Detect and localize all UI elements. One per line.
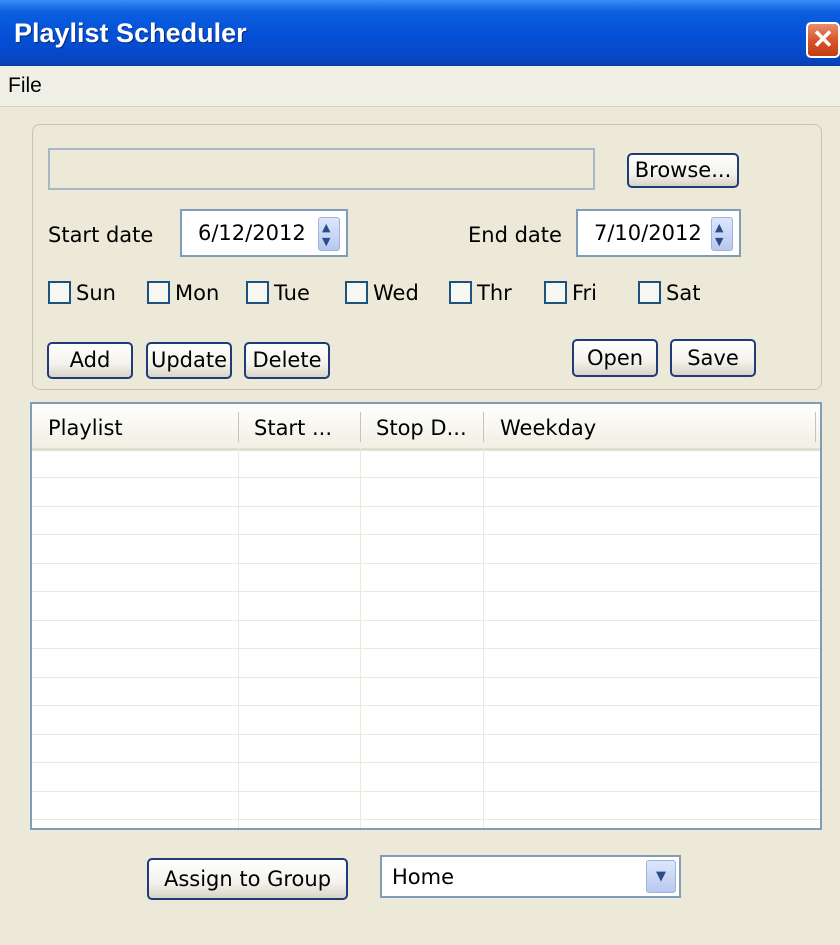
start-date-value: 6/12/2012 [198,221,306,245]
weekday-checkbox[interactable] [345,281,368,304]
table-row [32,619,820,621]
table-row [32,790,820,792]
save-button[interactable]: Save [670,339,756,377]
column-divider[interactable] [238,412,239,442]
weekday-label: Thr [477,281,512,305]
start-date-label: Start date [48,223,154,247]
window-title: Playlist Scheduler [14,18,247,48]
close-button[interactable]: ✕ [806,22,840,58]
table-row [32,648,820,649]
table-row [32,591,820,592]
weekday-label: Wed [373,281,419,305]
weekday-label: Tue [274,281,310,305]
table-row [32,705,820,706]
table-row [32,733,820,735]
table-row [32,534,820,535]
file-path-field[interactable] [48,148,595,190]
column-divider[interactable] [483,412,484,442]
menu-bar: File [0,66,840,107]
open-button[interactable]: Open [572,339,658,377]
end-date-spinner[interactable]: ▲ ▼ [711,217,733,251]
browse-button[interactable]: Browse... [627,153,739,188]
add-button[interactable]: Add [47,342,133,379]
column-header-start[interactable]: Start ... [254,416,332,440]
group-select-value: Home [392,865,455,889]
spin-up-icon[interactable]: ▲ [715,222,723,233]
weekday-checkbox[interactable] [449,281,472,304]
table-row [32,505,820,507]
end-date-value: 7/10/2012 [594,221,702,245]
column-divider[interactable] [360,412,361,442]
column-header-weekday[interactable]: Weekday [500,416,596,440]
schedule-table[interactable]: Playlist Start ... Stop D... Weekday [30,402,822,830]
delete-button[interactable]: Delete [244,342,330,379]
table-row [32,676,820,678]
spin-down-icon[interactable]: ▼ [322,236,330,247]
table-header: Playlist Start ... Stop D... Weekday [32,404,820,451]
weekday-checkbox[interactable] [246,281,269,304]
update-button[interactable]: Update [146,342,232,379]
table-row [32,562,820,564]
start-date-spinner[interactable]: ▲ ▼ [318,217,340,251]
chevron-down-icon[interactable]: ▼ [646,860,676,893]
playlist-scheduler-window: Playlist Scheduler ✕ File Browse... Star… [0,0,840,945]
menu-file[interactable]: File [8,74,42,98]
end-date-picker[interactable]: 7/10/2012 ▲ ▼ [576,209,741,257]
title-bar[interactable]: Playlist Scheduler ✕ [0,0,840,66]
spin-up-icon[interactable]: ▲ [322,222,330,233]
start-date-picker[interactable]: 6/12/2012 ▲ ▼ [180,209,348,257]
close-icon: ✕ [812,24,834,54]
column-divider[interactable] [815,412,816,442]
weekday-label: Mon [175,281,220,305]
table-row [32,819,820,820]
weekday-checkbox[interactable] [147,281,170,304]
weekday-checkbox[interactable] [544,281,567,304]
assign-to-group-button[interactable]: Assign to Group [147,858,348,900]
end-date-label: End date [468,223,562,247]
table-row [32,477,820,478]
spin-down-icon[interactable]: ▼ [715,236,723,247]
weekday-checkbox[interactable] [638,281,661,304]
weekday-label: Sun [76,281,116,305]
table-row [32,762,820,763]
weekday-label: Fri [572,281,598,305]
weekday-checkbox[interactable] [48,281,71,304]
column-header-playlist[interactable]: Playlist [48,416,123,440]
group-select[interactable]: Home ▼ [380,855,681,898]
weekday-label: Sat [666,281,701,305]
column-header-stop[interactable]: Stop D... [376,416,467,440]
